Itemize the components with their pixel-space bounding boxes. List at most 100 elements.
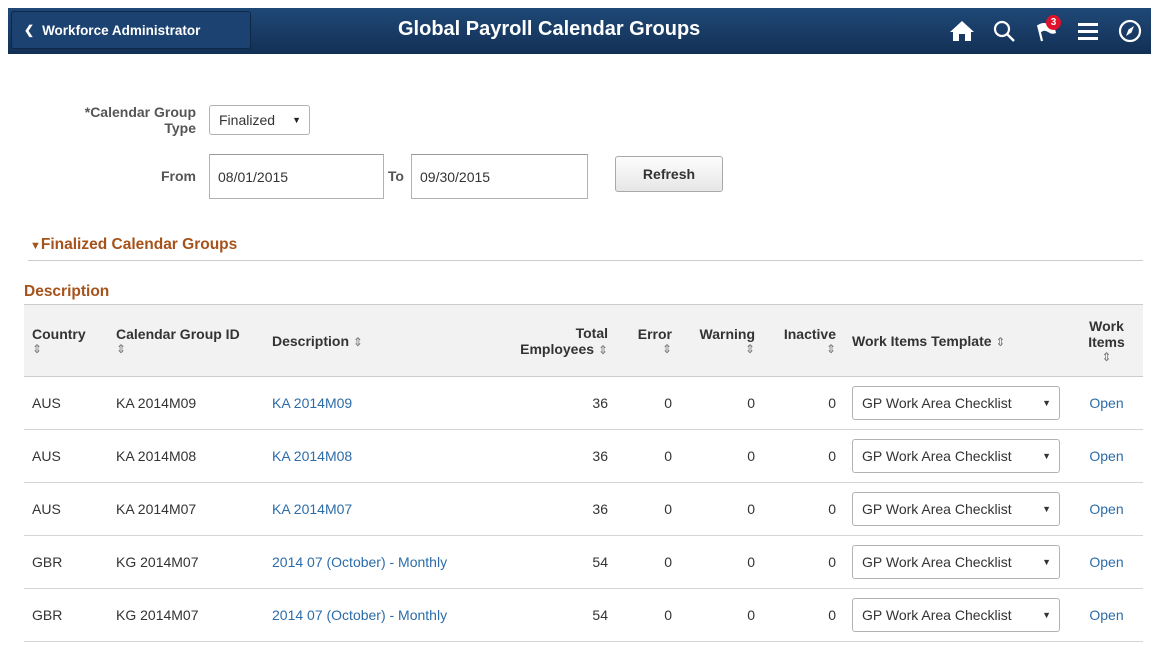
to-label: To [387, 168, 404, 184]
cell-total: 36 [500, 429, 616, 483]
cell-country: AUS [24, 376, 108, 430]
template-value: GP Work Area Checklist [862, 395, 1012, 411]
calendar-group-type-value: Finalized [219, 112, 276, 128]
description-link[interactable]: KA 2014M08 [272, 448, 352, 464]
col-calendar-group-id[interactable]: Calendar Group ID ⇕ [108, 304, 264, 377]
col-template-label: Work Items Template [852, 332, 992, 349]
col-warning[interactable]: Warning ⇕ [680, 304, 763, 377]
cell-warning: 0 [680, 588, 763, 642]
sort-icon: ⇕ [116, 341, 127, 356]
dropdown-caret-icon: ▼ [1042, 557, 1051, 567]
dropdown-caret-icon: ▼ [292, 115, 301, 125]
cell-total: 54 [500, 535, 616, 589]
col-total-employees[interactable]: Total Employees ⇕ [500, 304, 616, 377]
template-value: GP Work Area Checklist [862, 554, 1012, 570]
open-link[interactable]: Open [1089, 448, 1123, 464]
home-button[interactable] [941, 8, 983, 54]
banner-toolbar: 3 [941, 8, 1151, 54]
description-link[interactable]: KA 2014M09 [272, 395, 352, 411]
calendar-groups-grid: Country ⇕ Calendar Group ID ⇕ Descriptio… [24, 304, 1143, 642]
cell-error: 0 [616, 535, 680, 589]
page-title: Global Payroll Calendar Groups [398, 18, 701, 40]
back-button[interactable]: ❮ Workforce Administrator [11, 11, 251, 49]
calendar-group-type-select[interactable]: Finalized ▼ [209, 105, 310, 135]
description-link[interactable]: KA 2014M07 [272, 501, 352, 517]
template-select[interactable]: GP Work Area Checklist ▼ [852, 598, 1060, 632]
open-link[interactable]: Open [1089, 607, 1123, 623]
cell-inactive: 0 [763, 376, 844, 430]
cell-country: GBR [24, 535, 108, 589]
page-banner: ❮ Workforce Administrator Global Payroll… [8, 8, 1151, 54]
cell-warning: 0 [680, 429, 763, 483]
col-work-items-template[interactable]: Work Items Template ⇕ [844, 304, 1070, 377]
template-select[interactable]: GP Work Area Checklist ▼ [852, 386, 1060, 420]
col-description[interactable]: Description ⇕ [264, 304, 500, 377]
template-select[interactable]: GP Work Area Checklist ▼ [852, 545, 1060, 579]
cell-error: 0 [616, 588, 680, 642]
cell-inactive: 0 [763, 429, 844, 483]
template-value: GP Work Area Checklist [862, 501, 1012, 517]
template-value: GP Work Area Checklist [862, 607, 1012, 623]
cell-warning: 0 [680, 482, 763, 536]
sort-icon: ⇕ [995, 334, 1006, 349]
sort-icon: ⇕ [661, 341, 672, 356]
open-link[interactable]: Open [1089, 501, 1123, 517]
col-group-id-label: Calendar Group ID [116, 325, 240, 342]
actions-menu-button[interactable] [1067, 8, 1109, 54]
table-row: AUS KA 2014M07 KA 2014M07 36 0 0 0 GP Wo… [24, 482, 1143, 536]
search-icon [993, 20, 1015, 42]
cell-group-id: KA 2014M07 [108, 482, 264, 536]
open-link[interactable]: Open [1089, 395, 1123, 411]
sort-icon: ⇕ [825, 341, 836, 356]
dropdown-caret-icon: ▼ [1042, 398, 1051, 408]
navbar-compass-icon [1118, 19, 1142, 43]
description-link[interactable]: 2014 07 (October) - Monthly [272, 554, 447, 570]
cell-inactive: 0 [763, 535, 844, 589]
cell-warning: 0 [680, 535, 763, 589]
col-total-label-line1: Total [575, 324, 608, 341]
cell-total: 36 [500, 376, 616, 430]
dropdown-caret-icon: ▼ [1042, 504, 1051, 514]
dropdown-caret-icon: ▼ [1042, 451, 1051, 461]
cell-total: 36 [500, 482, 616, 536]
cell-group-id: KA 2014M08 [108, 429, 264, 483]
col-total-label-line2: Employees [520, 340, 595, 357]
back-button-label: Workforce Administrator [42, 22, 201, 38]
finalized-groups-section-toggle[interactable]: ▼Finalized Calendar Groups [30, 236, 237, 254]
template-select[interactable]: GP Work Area Checklist ▼ [852, 439, 1060, 473]
cell-group-id: KG 2014M07 [108, 535, 264, 589]
col-work-items[interactable]: Work Items ⇕ [1070, 304, 1143, 377]
cell-error: 0 [616, 482, 680, 536]
refresh-button[interactable]: Refresh [615, 156, 723, 192]
open-link[interactable]: Open [1089, 554, 1123, 570]
description-link[interactable]: 2014 07 (October) - Monthly [272, 607, 447, 623]
col-description-label: Description [272, 332, 350, 349]
cell-total: 54 [500, 588, 616, 642]
section-title: Finalized Calendar Groups [40, 236, 238, 253]
sort-icon: ⇕ [32, 341, 43, 356]
notification-count-badge: 3 [1046, 15, 1061, 30]
grid-title: Description [24, 283, 110, 300]
cell-country: GBR [24, 588, 108, 642]
sort-icon: ⇕ [744, 341, 755, 356]
sort-icon: ⇕ [597, 342, 608, 357]
to-date-input[interactable]: 09/30/2015 [411, 154, 588, 199]
sort-icon: ⇕ [1101, 349, 1112, 364]
from-label: From [161, 168, 196, 184]
cell-group-id: KA 2014M09 [108, 376, 264, 430]
template-select[interactable]: GP Work Area Checklist ▼ [852, 492, 1060, 526]
col-error[interactable]: Error ⇕ [616, 304, 680, 377]
notifications-button[interactable]: 3 [1025, 8, 1067, 54]
col-country[interactable]: Country ⇕ [24, 304, 108, 377]
calendar-group-type-label: *Calendar Group Type [40, 104, 196, 136]
cell-inactive: 0 [763, 588, 844, 642]
dropdown-caret-icon: ▼ [1042, 610, 1051, 620]
cell-warning: 0 [680, 376, 763, 430]
col-inactive-label: Inactive [783, 325, 836, 342]
navbar-button[interactable] [1109, 8, 1151, 54]
cell-group-id: KG 2014M07 [108, 588, 264, 642]
col-inactive[interactable]: Inactive ⇕ [763, 304, 844, 377]
from-date-input[interactable]: 08/01/2015 [209, 154, 384, 199]
search-button[interactable] [983, 8, 1025, 54]
table-row: AUS KA 2014M08 KA 2014M08 36 0 0 0 GP Wo… [24, 429, 1143, 483]
